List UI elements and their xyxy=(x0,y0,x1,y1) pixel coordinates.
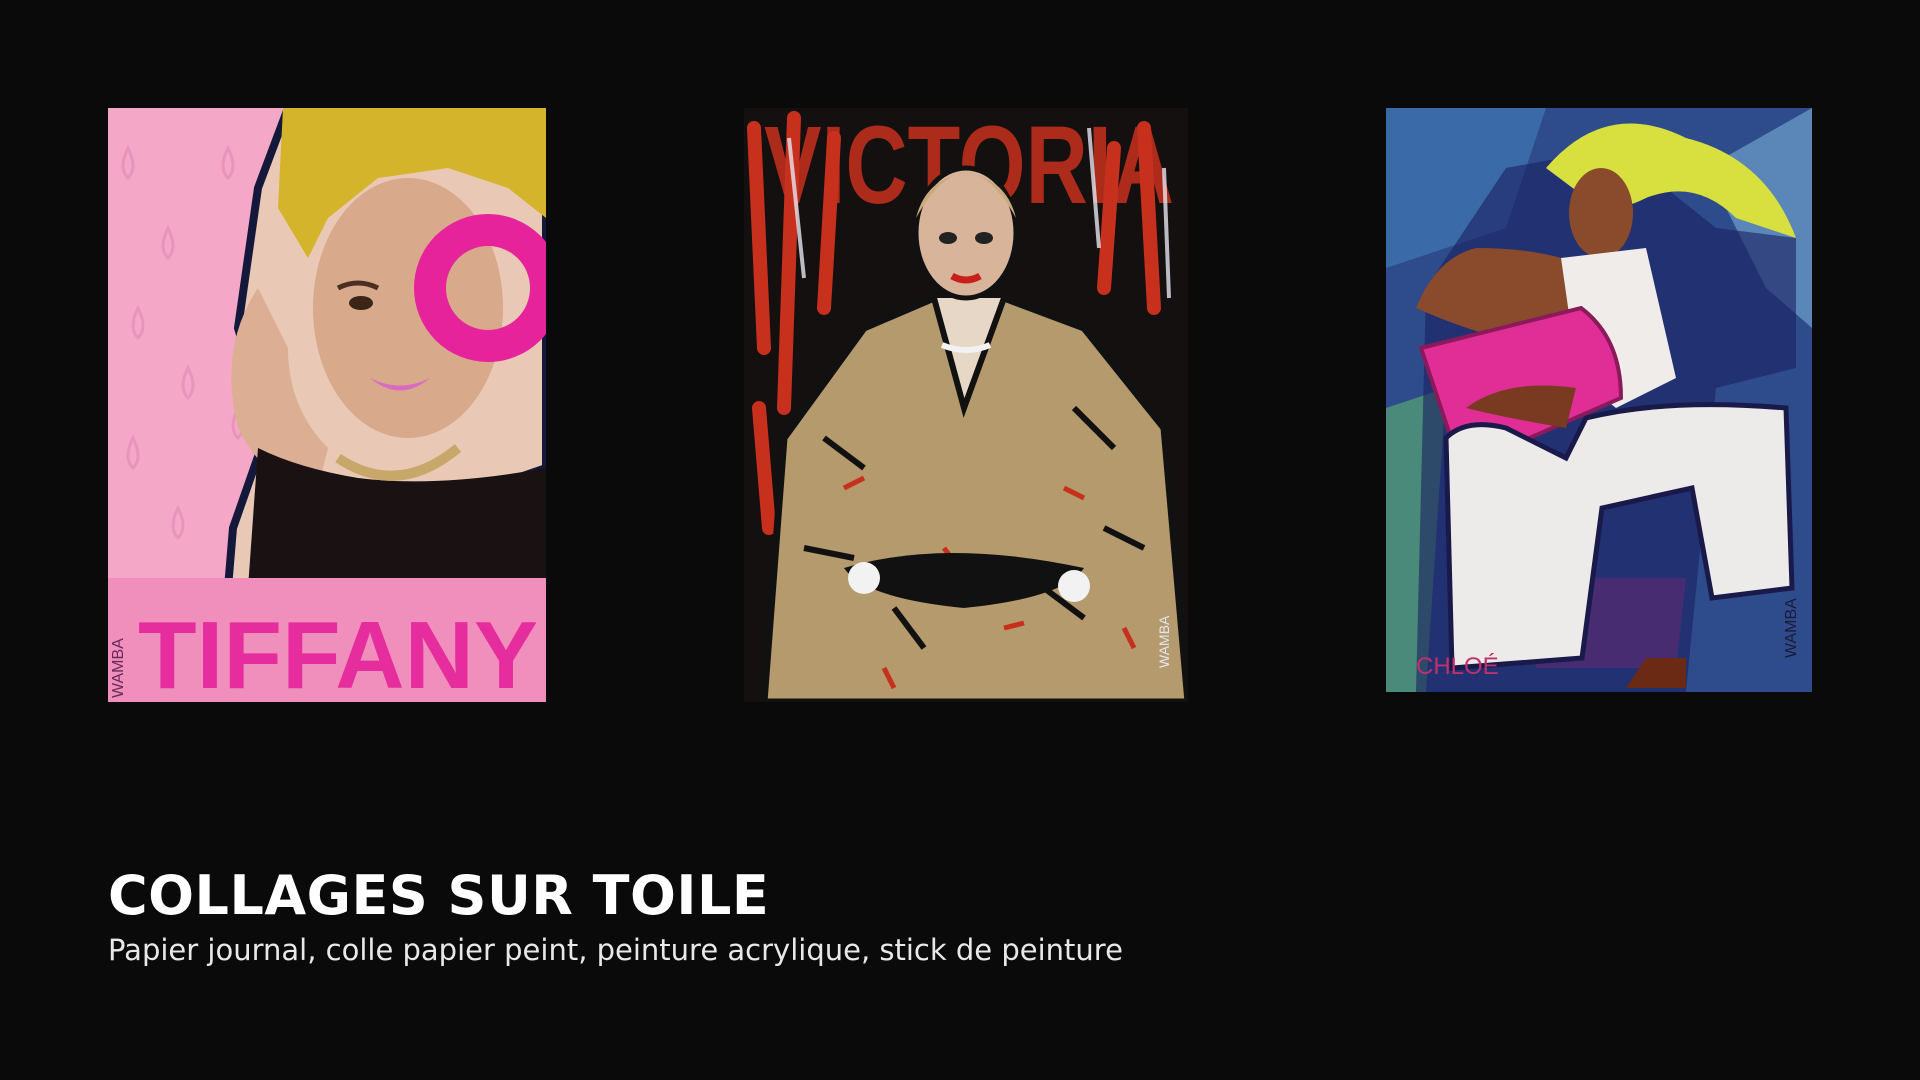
slide: TIFFANY WAMBA VICTORIA xyxy=(0,0,1920,1080)
artwork-chloe-painting: CHLOÉ WAMBA xyxy=(1386,108,1812,692)
artwork-tiffany-painting: TIFFANY WAMBA xyxy=(108,108,546,702)
artwork-chloe-label: CHLOÉ xyxy=(1416,653,1499,680)
slide-title: COLLAGES SUR TOILE xyxy=(108,864,770,927)
artwork-chloe: CHLOÉ WAMBA xyxy=(1386,108,1812,692)
artwork-victoria-painting: VICTORIA xyxy=(744,108,1188,702)
artwork-chloe-signature: WAMBA xyxy=(1783,598,1800,658)
slide-subtitle: Papier journal, colle papier peint, pein… xyxy=(108,933,1123,967)
artwork-victoria-signature: WAMBA xyxy=(1156,615,1172,668)
artwork-tiffany-signature: WAMBA xyxy=(110,638,127,698)
artwork-tiffany-label: TIFFANY xyxy=(138,602,538,702)
artwork-victoria: VICTORIA xyxy=(744,108,1188,702)
artwork-tiffany: TIFFANY WAMBA xyxy=(108,108,546,702)
